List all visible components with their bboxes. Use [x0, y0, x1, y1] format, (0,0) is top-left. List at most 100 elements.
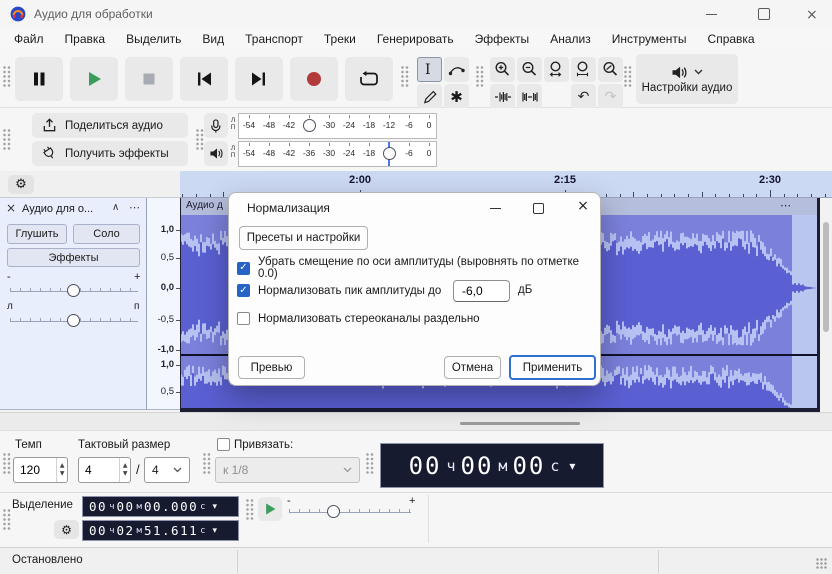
- selection-end-display[interactable]: 00 ч 02 м 51.611 с ▾: [82, 520, 239, 541]
- meter-toolbar-grip[interactable]: [196, 129, 204, 151]
- clip-menu-button[interactable]: ⋯: [780, 199, 791, 212]
- beats-spinner[interactable]: ▲▼: [78, 457, 131, 483]
- vertical-scrollbar-thumb[interactable]: [823, 222, 829, 332]
- record-button[interactable]: [290, 57, 338, 101]
- menu-item-analyze[interactable]: Анализ: [550, 32, 591, 46]
- menu-item-transport[interactable]: Транспорт: [245, 32, 303, 46]
- playback-meter-speaker-button[interactable]: [204, 141, 228, 166]
- silence-audio-button[interactable]: [517, 84, 542, 109]
- track-effects-button[interactable]: Эффекты: [7, 248, 140, 267]
- preview-button[interactable]: Превью: [238, 356, 305, 379]
- menu-item-help[interactable]: Справка: [708, 32, 755, 46]
- draw-tool-button[interactable]: [417, 84, 442, 109]
- play-at-speed-grip[interactable]: [246, 499, 254, 521]
- display-format-caret[interactable]: ▾: [569, 459, 575, 473]
- tempo-spin-arrows[interactable]: ▲ ▼: [56, 458, 67, 482]
- track-close-button[interactable]: ×: [6, 201, 16, 215]
- mute-button[interactable]: Глушить: [7, 224, 67, 244]
- gain-slider-knob[interactable]: [67, 284, 80, 297]
- selection-grip[interactable]: [3, 509, 11, 531]
- menu-item-generate[interactable]: Генерировать: [377, 32, 454, 46]
- peak-amplitude-input[interactable]: [453, 280, 510, 302]
- playback-volume-knob[interactable]: [382, 147, 396, 160]
- redo-button[interactable]: ↷: [598, 84, 623, 109]
- selection-start-display[interactable]: 00 ч 00 м 00.000 с ▾: [82, 496, 239, 517]
- vertical-ruler[interactable]: 1,0 0,5 0,0 -0,5 -1,0 1,0 0,5: [147, 198, 180, 410]
- tempo-spinner[interactable]: ▲▼: [13, 457, 68, 483]
- window-maximize-button[interactable]: [756, 6, 772, 22]
- menu-item-effects[interactable]: Эффекты: [475, 32, 530, 46]
- pan-slider-knob[interactable]: [67, 314, 80, 327]
- horizontal-scrollbar-thumb[interactable]: [460, 422, 580, 425]
- solo-button[interactable]: Соло: [73, 224, 140, 244]
- dialog-maximize-button[interactable]: [529, 199, 547, 217]
- envelope-tool-button[interactable]: [444, 57, 469, 82]
- play-at-speed-button[interactable]: [258, 497, 282, 521]
- transport-toolbar-grip[interactable]: [3, 66, 11, 88]
- remove-dc-checkbox[interactable]: ✓: [237, 261, 250, 275]
- loop-button[interactable]: [345, 57, 393, 101]
- selection-options-button[interactable]: ⚙: [54, 520, 79, 539]
- vertical-scrollbar[interactable]: [820, 198, 832, 412]
- note-value-select[interactable]: 4: [144, 457, 190, 483]
- zoom-selection-button[interactable]: [544, 57, 569, 82]
- menu-item-edit[interactable]: Правка: [65, 32, 106, 46]
- menu-item-file[interactable]: Файл: [14, 32, 44, 46]
- dialog-minimize-button[interactable]: [487, 199, 505, 217]
- trim-audio-button[interactable]: [490, 84, 515, 109]
- speed-slider-knob[interactable]: [327, 505, 340, 518]
- snap-select[interactable]: к 1/8: [215, 457, 360, 483]
- tempo-grip[interactable]: [3, 453, 11, 475]
- tempo-input[interactable]: [14, 458, 57, 482]
- chevron-down-icon: [694, 69, 703, 75]
- tools-toolbar-grip[interactable]: [401, 66, 409, 88]
- selection-tool-button[interactable]: I: [417, 57, 442, 82]
- timeline-options-button[interactable]: ⚙: [8, 175, 34, 194]
- snap-checkbox[interactable]: ✓: [217, 438, 230, 451]
- menu-item-tools[interactable]: Инструменты: [612, 32, 687, 46]
- zoom-out-button[interactable]: [517, 57, 542, 82]
- display-format-caret[interactable]: ▾: [213, 526, 218, 536]
- window-close-button[interactable]: ×: [806, 6, 822, 23]
- skip-to-end-button[interactable]: [235, 57, 283, 101]
- pause-button[interactable]: [15, 57, 63, 101]
- snap-grip[interactable]: [203, 453, 211, 475]
- play-button[interactable]: [70, 57, 118, 101]
- undo-button[interactable]: ↶: [571, 84, 596, 109]
- normalize-peak-checkbox[interactable]: ✓: [237, 284, 250, 297]
- zoom-in-button[interactable]: [490, 57, 515, 82]
- apply-button[interactable]: Применить: [509, 355, 596, 380]
- presets-settings-button[interactable]: Пресеты и настройки: [239, 226, 368, 250]
- time-display-grip[interactable]: [366, 453, 374, 475]
- menu-item-view[interactable]: Вид: [202, 32, 224, 46]
- track-title[interactable]: Аудио для о...: [22, 203, 108, 215]
- stop-button[interactable]: [125, 57, 173, 101]
- edit-toolbar-grip[interactable]: [476, 66, 484, 88]
- record-meter-mic-button[interactable]: [204, 113, 228, 138]
- share-audio-button[interactable]: Поделиться аудио: [32, 113, 188, 138]
- display-format-caret[interactable]: ▾: [213, 502, 218, 512]
- audio-setup-button[interactable]: Настройки аудио: [636, 54, 738, 104]
- multi-tool-button[interactable]: ✱: [444, 84, 469, 109]
- normalize-stereo-checkbox[interactable]: ✓: [237, 312, 250, 325]
- record-meter[interactable]: -54 -48 -42 -30 -24 -18 -12 -6 0: [238, 113, 437, 139]
- playback-meter[interactable]: -54 -48 -42 -36 -30 -24 -18 -6 0: [238, 141, 437, 167]
- cancel-button[interactable]: Отмена: [444, 356, 501, 379]
- track-menu-button[interactable]: ⋯: [129, 201, 140, 214]
- menu-item-select[interactable]: Выделить: [126, 32, 181, 46]
- beats-input[interactable]: [79, 458, 120, 482]
- record-volume-knob[interactable]: [302, 119, 316, 132]
- menu-item-tracks[interactable]: Треки: [324, 32, 356, 46]
- resize-grip[interactable]: [816, 558, 828, 570]
- audio-position-display[interactable]: 00 ч 00 м 00 с ▾: [380, 443, 604, 488]
- track-collapse-button[interactable]: ∧: [112, 202, 119, 213]
- zoom-toggle-button[interactable]: [598, 57, 623, 82]
- skip-to-start-button[interactable]: [180, 57, 228, 101]
- window-minimize-button[interactable]: [704, 6, 720, 22]
- audio-setup-grip[interactable]: [624, 66, 632, 88]
- dialog-close-button[interactable]: ×: [574, 197, 592, 215]
- get-effects-button[interactable]: Получить эффекты: [32, 141, 188, 166]
- zoom-fit-button[interactable]: [571, 57, 596, 82]
- share-toolbar-grip[interactable]: [3, 129, 11, 151]
- beats-spin-arrows[interactable]: ▲ ▼: [119, 458, 130, 482]
